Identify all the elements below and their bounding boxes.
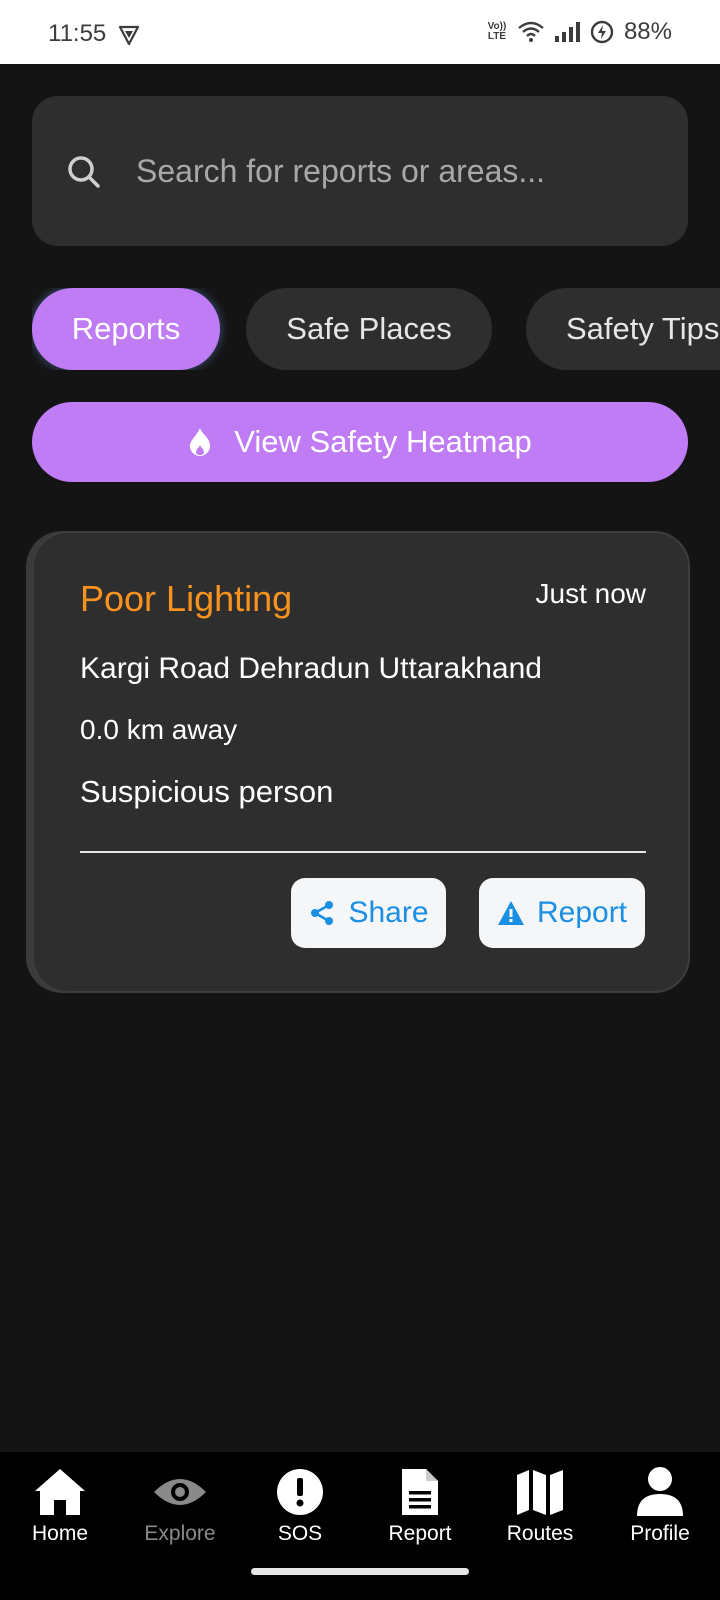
nav-label: Profile: [630, 1522, 690, 1545]
tab-label: Safety Tips: [566, 311, 720, 346]
nav-label: Home: [31, 1522, 89, 1545]
report-distance: 0.0 km away: [80, 714, 238, 745]
share-icon: [311, 901, 334, 925]
report-button-label: Report: [536, 896, 628, 929]
nav-home[interactable]: Home: [5, 1466, 115, 1556]
nav-label: Explore: [144, 1522, 216, 1545]
search-input[interactable]: [136, 148, 656, 194]
tab-safe-places[interactable]: Safe Places: [246, 288, 492, 370]
report-address: Kargi Road Dehradun Uttarakhand: [80, 652, 542, 685]
sos-icon: [272, 1466, 328, 1518]
volte-icon: Vo)) LTE: [487, 21, 507, 42]
wifi-icon: [518, 21, 544, 42]
nav-explore[interactable]: Explore: [125, 1466, 235, 1556]
status-time: 11:55: [48, 20, 107, 47]
user-icon: [632, 1466, 688, 1518]
document-icon: [392, 1466, 448, 1518]
flame-icon: [190, 428, 211, 456]
home-icon: [32, 1466, 88, 1518]
share-button[interactable]: Share: [291, 878, 446, 948]
share-button-label: Share: [348, 896, 429, 929]
view-heatmap-button[interactable]: View Safety Heatmap: [32, 402, 688, 482]
vpn-shield-icon: [118, 25, 140, 46]
nav-report[interactable]: Report: [365, 1466, 475, 1556]
status-bar: 11:55 Vo)) LTE 88%: [0, 0, 720, 64]
map-icon: [512, 1466, 568, 1518]
nav-sos[interactable]: SOS: [245, 1466, 355, 1556]
battery-percent: 88%: [623, 18, 672, 45]
nav-profile[interactable]: Profile: [605, 1466, 715, 1556]
card-divider: [80, 851, 646, 853]
tab-label: Safe Places: [286, 311, 452, 346]
eye-icon: [152, 1466, 208, 1518]
warning-icon: [497, 901, 524, 925]
home-indicator[interactable]: [251, 1568, 469, 1575]
nav-label: Report: [388, 1522, 452, 1545]
report-type: Poor Lighting: [80, 578, 293, 619]
report-button[interactable]: Report: [479, 878, 645, 948]
status-icons: Vo)) LTE 88%: [486, 18, 672, 46]
nav-label: Routes: [506, 1522, 574, 1545]
nav-routes[interactable]: Routes: [485, 1466, 595, 1556]
signal-icon: [554, 22, 580, 42]
filter-tabs: Reports Safe Places Safety Tips: [32, 288, 720, 370]
report-time: Just now: [535, 578, 647, 609]
tab-label: Reports: [71, 311, 181, 346]
report-description: Suspicious person: [80, 774, 334, 809]
nav-label: SOS: [277, 1522, 323, 1545]
heatmap-button-label: View Safety Heatmap: [234, 424, 532, 459]
tab-safety-tips[interactable]: Safety Tips: [526, 288, 720, 370]
search-icon: [68, 156, 100, 188]
tab-reports[interactable]: Reports: [32, 288, 220, 370]
battery-saver-icon: [590, 20, 614, 44]
